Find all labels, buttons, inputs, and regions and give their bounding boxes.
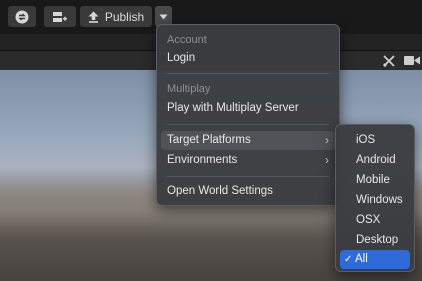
- multiplay-section-title: Multiplay: [167, 83, 211, 95]
- tools-icon[interactable]: [382, 54, 396, 68]
- submenu-item-osx[interactable]: OSX: [340, 211, 410, 230]
- target-platforms-label: Target Platforms: [167, 134, 251, 146]
- menu-separator: [167, 176, 329, 177]
- menu-item-target-platforms[interactable]: Target Platforms ›: [161, 131, 335, 150]
- menu-item-environments[interactable]: Environments ›: [161, 151, 335, 170]
- publish-label: Publish: [104, 9, 145, 24]
- submenu-item-all[interactable]: ✓ All: [340, 250, 410, 269]
- services-button[interactable]: [44, 6, 76, 27]
- upload-icon: [88, 11, 99, 23]
- collab-icon: [15, 10, 29, 23]
- submenu-item-ios[interactable]: iOS: [340, 131, 410, 150]
- menu-separator: [167, 73, 329, 74]
- account-section-title: Account: [167, 34, 207, 46]
- submenu-item-android[interactable]: Android: [340, 151, 410, 170]
- checkmark-icon: ✓: [344, 254, 353, 265]
- menu-item-play-multiplay[interactable]: Play with Multiplay Server: [161, 99, 335, 118]
- publish-button[interactable]: Publish: [80, 6, 152, 27]
- camera-icon[interactable]: [404, 55, 420, 66]
- chevron-right-icon: ›: [325, 153, 329, 167]
- submenu-item-windows[interactable]: Windows: [340, 191, 410, 210]
- target-platforms-submenu: iOS Android Mobile Windows OSX Desktop ✓…: [335, 124, 415, 272]
- environments-label: Environments: [167, 154, 238, 166]
- chevron-right-icon: ›: [325, 133, 329, 147]
- collab-button[interactable]: [8, 6, 36, 27]
- submenu-item-all-label: All: [355, 253, 368, 265]
- menu-separator: [167, 124, 329, 125]
- submenu-item-desktop[interactable]: Desktop: [340, 231, 410, 250]
- menu-item-login[interactable]: Login: [161, 49, 335, 68]
- menu-item-open-world-settings[interactable]: Open World Settings: [161, 182, 335, 201]
- server-icon: [53, 11, 67, 22]
- chevron-down-icon: [159, 14, 168, 19]
- submenu-item-mobile[interactable]: Mobile: [340, 171, 410, 190]
- publish-dropdown-menu: Account Login Multiplay Play with Multip…: [156, 24, 340, 206]
